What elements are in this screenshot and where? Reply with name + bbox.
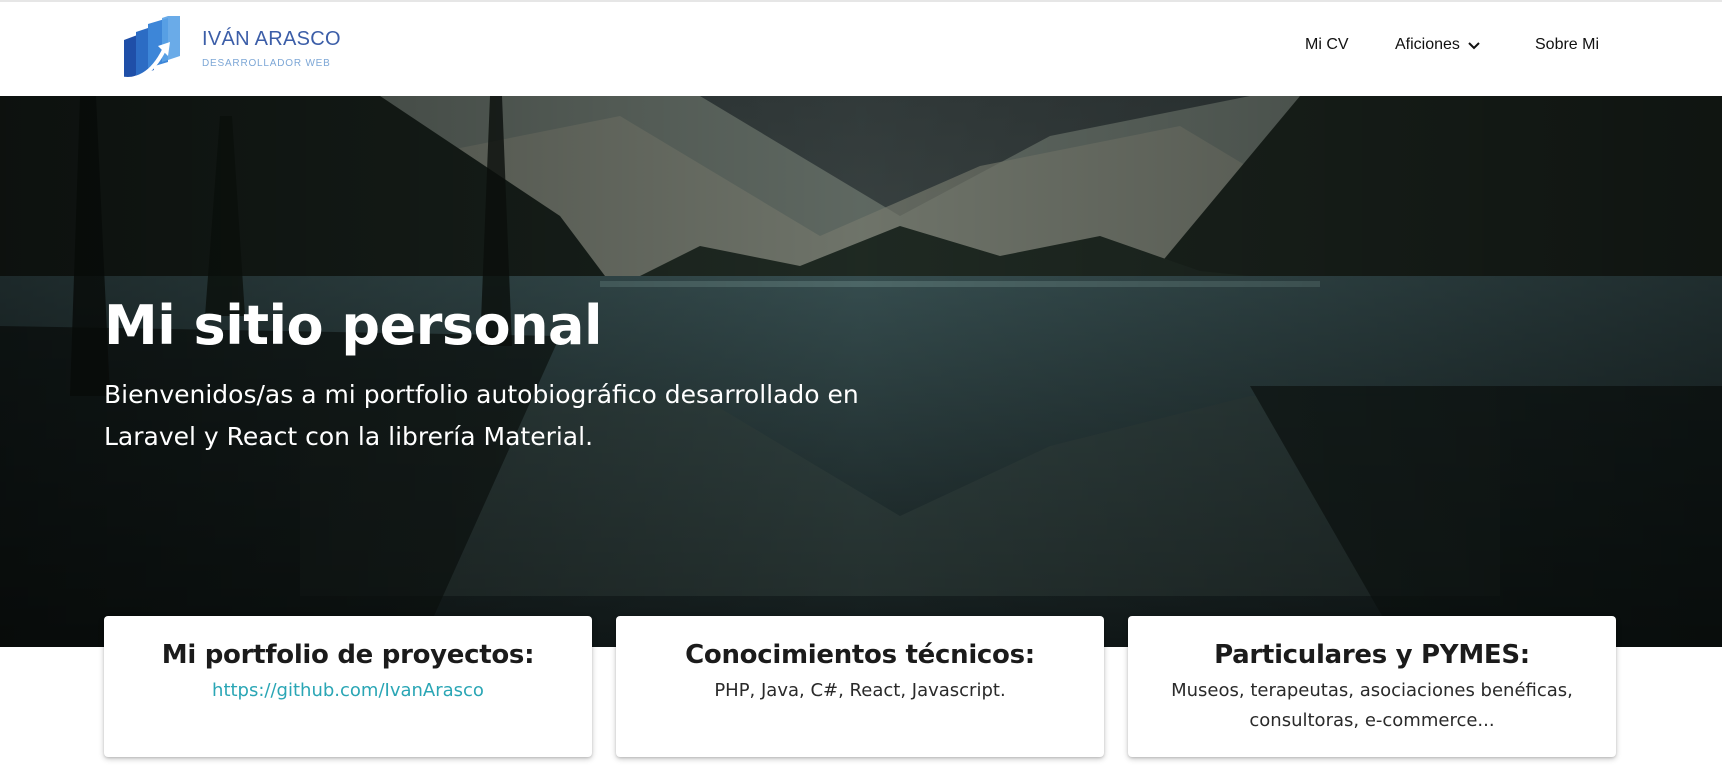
card-body: PHP, Java, C#, React, Javascript. [714,680,1006,701]
hero-section: Mi sitio personal Bienvenidos/as a mi po… [0,96,1722,647]
nav-item-label: Mi CV [1305,36,1349,53]
nav-item-label: Aficiones [1395,36,1460,53]
github-link[interactable]: https://github.com/IvanArasco [212,680,484,701]
card-portfolio: Mi portfolio de proyectos: https://githu… [104,616,592,757]
card-body: https://github.com/IvanArasco [104,676,592,706]
nav-item-label: Sobre Mi [1535,36,1600,53]
hero-title: Mi sitio personal [104,294,602,357]
card-title: Conocimientos técnicos: [685,640,1035,670]
chevron-down-icon [1468,42,1480,50]
main-nav: Mi CV Aficiones Sobre Mi [0,36,1722,62]
nav-item-mi-cv[interactable]: Mi CV [1305,36,1349,54]
mountain-lake-forest-image [0,96,1722,647]
nav-item-aficiones[interactable]: Aficiones [1395,36,1482,54]
card-title: Mi portfolio de proyectos: [161,640,535,670]
nav-item-sobre-mi[interactable]: Sobre Mi [1535,36,1599,54]
card-conocimientos: Conocimientos técnicos: PHP, Java, C#, R… [616,616,1104,757]
card-title: Particulares y PYMES: [1214,640,1530,670]
site-header: IVÁN ARASCO DESARROLLADOR WEB Mi CV Afic… [0,2,1722,96]
card-body: Museos, terapeutas, asociaciones benéfic… [1171,680,1573,731]
hero-description: Bienvenidos/as a mi portfolio autobiográ… [104,380,859,451]
card-particulares: Particulares y PYMES: Museos, terapeutas… [1128,616,1616,757]
